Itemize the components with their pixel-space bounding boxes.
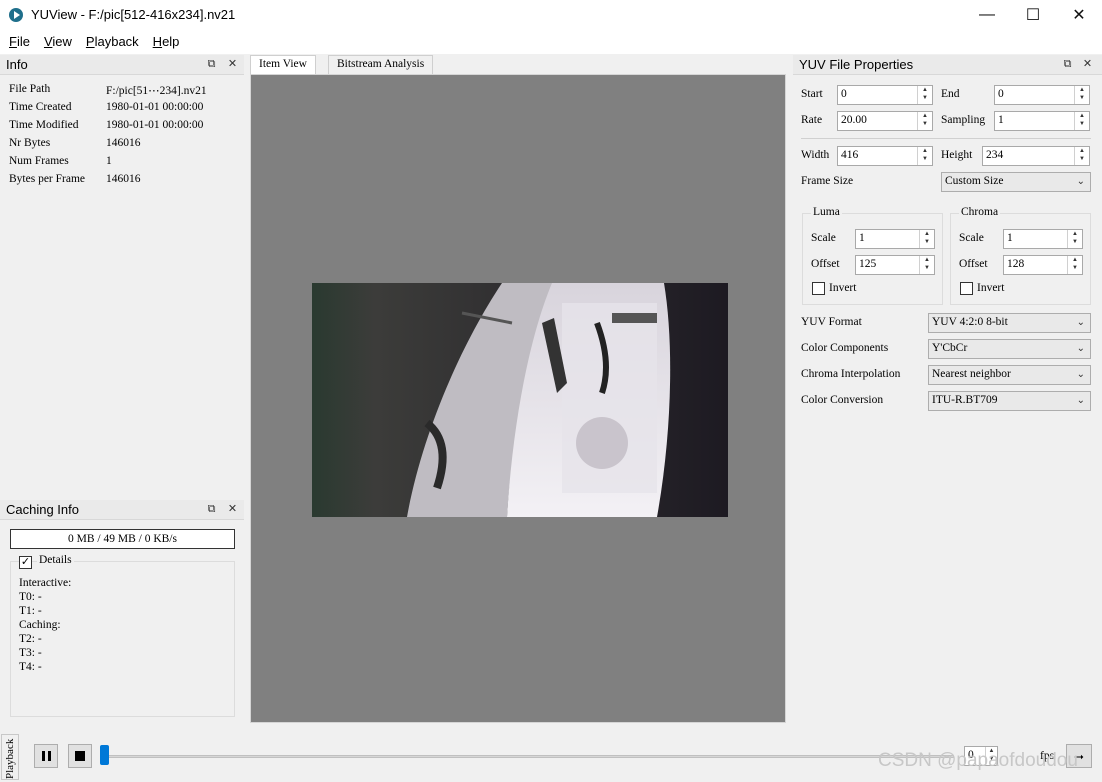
chevron-down-icon: ⌄	[1076, 369, 1085, 380]
close-icon[interactable]: ✕	[1081, 58, 1094, 71]
details-label: Details	[37, 554, 74, 566]
yuv-format-label: YUV Format	[801, 316, 862, 328]
chevron-down-icon: ⌄	[1076, 343, 1085, 354]
luma-invert-checkbox[interactable]	[812, 282, 825, 295]
info-dock: Info ⧉ ✕ File Path F:/pic[51⋯234].nv21 Ti…	[0, 55, 244, 501]
pause-button[interactable]	[34, 744, 58, 768]
spin-arrows-icon[interactable]: ▲ ▼	[919, 256, 934, 274]
end-label: End	[941, 88, 960, 100]
height-spinbox[interactable]: 234 ▲ ▼	[982, 146, 1090, 166]
width-label: Width	[801, 149, 830, 161]
tab-bitstream-analysis[interactable]: Bitstream Analysis	[328, 55, 434, 74]
watermark: CSDN @papaofdoudou	[878, 750, 1078, 771]
color-components-select[interactable]: Y'CbCr ⌄	[928, 339, 1091, 359]
chevron-down-icon: ⌄	[1076, 176, 1085, 187]
tab-item-view[interactable]: Item View	[250, 55, 316, 74]
caching-lines: Interactive: T0: - T1: - Caching: T2: - …	[19, 577, 72, 673]
start-label: Start	[801, 88, 823, 100]
float-icon[interactable]: ⧉	[205, 503, 218, 516]
chroma-scale-spinbox[interactable]: 1 ▲ ▼	[1003, 229, 1083, 249]
chroma-offset-spinbox[interactable]: 128 ▲ ▼	[1003, 255, 1083, 275]
close-icon[interactable]: ✕	[226, 503, 239, 516]
spin-arrows-icon[interactable]: ▲ ▼	[919, 230, 934, 248]
info-row: File Path F:/pic[51⋯234].nv21	[9, 83, 207, 97]
float-icon[interactable]: ⧉	[1061, 58, 1074, 71]
menu-view[interactable]: View	[44, 30, 72, 54]
item-view[interactable]	[250, 74, 786, 723]
info-row: Nr Bytes 146016	[9, 137, 141, 149]
chroma-interp-label: Chroma Interpolation	[801, 368, 901, 380]
chroma-invert-checkbox[interactable]	[960, 282, 973, 295]
spin-arrows-icon[interactable]: ▲ ▼	[917, 86, 932, 104]
color-conversion-select[interactable]: ITU-R.BT709 ⌄	[928, 391, 1091, 411]
menu-help[interactable]: Help	[153, 30, 180, 54]
luma-group: Luma Scale 1 ▲ ▼ Offset 125 ▲ ▼ Invert	[802, 206, 943, 305]
spin-arrows-icon[interactable]: ▲ ▼	[1067, 230, 1082, 248]
chevron-down-icon: ⌄	[1076, 395, 1085, 406]
maximize-button[interactable]: ☐	[1010, 0, 1056, 30]
width-spinbox[interactable]: 416 ▲ ▼	[837, 146, 933, 166]
spin-arrows-icon[interactable]: ▲ ▼	[1074, 86, 1089, 104]
spin-arrows-icon[interactable]: ▲ ▼	[1074, 147, 1089, 165]
sampling-spinbox[interactable]: 1 ▲ ▼	[994, 111, 1090, 131]
rate-spinbox[interactable]: 20.00 ▲ ▼	[837, 111, 933, 131]
info-row: Time Modified 1980-01-01 00:00:00	[9, 119, 204, 131]
yuv-format-select[interactable]: YUV 4:2:0 8-bit ⌄	[928, 313, 1091, 333]
properties-dock-header: YUV File Properties ⧉ ✕	[793, 55, 1102, 75]
info-row: Num Frames 1	[9, 155, 112, 167]
height-label: Height	[941, 149, 973, 161]
spin-arrows-icon[interactable]: ▲ ▼	[1074, 112, 1089, 130]
window-title: YUView - F:/pic[512-416x234].nv21	[31, 7, 236, 22]
properties-dock-title: YUV File Properties	[793, 55, 1102, 75]
info-row: Time Created 1980-01-01 00:00:00	[9, 101, 204, 113]
chroma-interp-select[interactable]: Nearest neighbor ⌄	[928, 365, 1091, 385]
yuv-frame-image	[312, 283, 728, 517]
color-conversion-label: Color Conversion	[801, 394, 884, 406]
caching-dock-header: Caching Info ⧉ ✕	[0, 500, 244, 520]
frame-slider-handle[interactable]	[100, 745, 109, 765]
float-icon[interactable]: ⧉	[205, 58, 218, 71]
frame-slider-track[interactable]	[104, 755, 954, 758]
chevron-down-icon: ⌄	[1076, 317, 1085, 328]
chroma-group: Chroma Scale 1 ▲ ▼ Offset 128 ▲ ▼ Invert	[950, 206, 1091, 305]
end-spinbox[interactable]: 0 ▲ ▼	[994, 85, 1090, 105]
luma-offset-spinbox[interactable]: 125 ▲ ▼	[855, 255, 935, 275]
info-row: Bytes per Frame 146016	[9, 173, 141, 185]
frame-size-label: Frame Size	[801, 175, 854, 187]
spin-arrows-icon[interactable]: ▲ ▼	[917, 112, 932, 130]
stop-button[interactable]	[68, 744, 92, 768]
rate-label: Rate	[801, 114, 823, 126]
app-icon	[9, 8, 23, 22]
luma-scale-spinbox[interactable]: 1 ▲ ▼	[855, 229, 935, 249]
menu-bar: File View Playback Help	[0, 30, 1102, 54]
menu-playback[interactable]: Playback	[86, 30, 139, 54]
playback-dock-tab[interactable]: Playback	[1, 734, 19, 780]
minimize-button[interactable]: —	[964, 0, 1010, 30]
close-button[interactable]: ✕	[1056, 0, 1102, 30]
start-spinbox[interactable]: 0 ▲ ▼	[837, 85, 933, 105]
details-group: ✓ Details Interactive: T0: - T1: - Cachi…	[10, 554, 235, 717]
title-bar: YUView - F:/pic[512-416x234].nv21 — ☐ ✕	[0, 0, 1102, 30]
sampling-label: Sampling	[941, 114, 986, 126]
spin-arrows-icon[interactable]: ▲ ▼	[1067, 256, 1082, 274]
cache-rate: 0 MB / 49 MB / 0 KB/s	[10, 529, 235, 549]
menu-file[interactable]: File	[9, 30, 30, 54]
close-icon[interactable]: ✕	[226, 58, 239, 71]
frame-size-select[interactable]: Custom Size ⌄	[941, 172, 1091, 192]
details-checkbox[interactable]: ✓	[19, 556, 32, 569]
divider	[801, 138, 1091, 139]
color-components-label: Color Components	[801, 342, 889, 354]
spin-arrows-icon[interactable]: ▲ ▼	[917, 147, 932, 165]
